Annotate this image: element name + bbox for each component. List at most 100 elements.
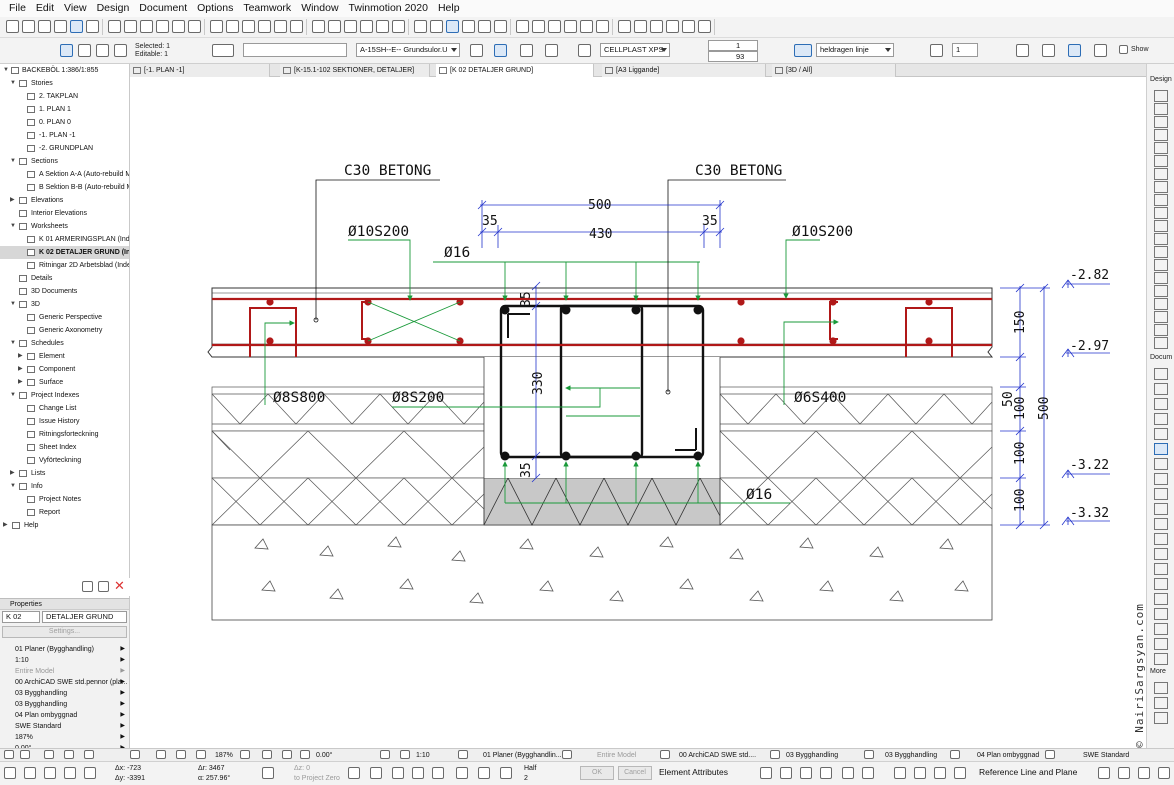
collapse-arrow-icon[interactable]: ▶ <box>18 363 23 376</box>
toolbar-icon[interactable] <box>348 767 360 779</box>
quick-option-icon[interactable] <box>84 750 94 759</box>
reference-line-toggle[interactable]: Reference Line and Plane <box>979 767 1077 778</box>
shell-tool-icon[interactable] <box>1154 207 1168 219</box>
navigator-item[interactable]: 2. TAKPLAN <box>0 90 129 103</box>
marquee-tool-icon[interactable] <box>1154 103 1168 115</box>
toolbar-icon[interactable] <box>64 767 76 779</box>
opening-tool-icon[interactable] <box>1154 324 1168 336</box>
tab-view[interactable]: [3D / All] <box>772 64 896 77</box>
library-icon[interactable] <box>698 20 711 33</box>
window-tool-icon[interactable] <box>1154 142 1168 154</box>
eye-icon[interactable] <box>930 44 943 57</box>
window-icon[interactable] <box>172 20 185 33</box>
navigator-item[interactable]: Report <box>0 506 129 519</box>
quick-option-icon[interactable] <box>130 750 140 759</box>
navigator-item[interactable]: ▶ Help <box>0 519 129 532</box>
toolbar-icon[interactable] <box>934 767 946 779</box>
redo-icon[interactable] <box>22 20 35 33</box>
wall-icon[interactable] <box>108 20 121 33</box>
toolbar-icon[interactable] <box>456 767 468 779</box>
pan-icon[interactable] <box>258 20 271 33</box>
geometry-method-icon[interactable] <box>212 44 234 57</box>
navigator-item[interactable]: B Sektion B-B (Auto-rebuild M <box>0 181 129 194</box>
expand-arrow-icon[interactable]: ▼ <box>10 389 16 402</box>
graphic-override[interactable]: 03 Bygghandling <box>885 750 937 761</box>
navigator-item[interactable]: Ritningsforteckning <box>0 428 129 441</box>
quick-option-icon[interactable] <box>240 750 250 759</box>
menu-window[interactable]: Window <box>296 0 343 17</box>
quick-option-icon[interactable] <box>20 750 30 759</box>
navigator-item[interactable]: ▶ Elevations <box>0 194 129 207</box>
grid-tool-icon[interactable] <box>1154 337 1168 349</box>
camera-icon[interactable] <box>516 20 529 33</box>
toolbar-icon[interactable] <box>84 767 96 779</box>
line-type-icon[interactable] <box>794 44 812 57</box>
navigator-item[interactable]: 3D Documents <box>0 285 129 298</box>
drawing-tool-icon[interactable] <box>1154 533 1168 545</box>
quick-option-icon[interactable] <box>562 750 572 759</box>
new-view-icon[interactable] <box>82 581 93 592</box>
toolbar-icon[interactable] <box>1138 767 1150 779</box>
toolbar-icon[interactable] <box>842 767 854 779</box>
door-tool-icon[interactable] <box>1154 129 1168 141</box>
fill-icon[interactable] <box>414 20 427 33</box>
toolbar-icon[interactable] <box>44 767 56 779</box>
settings-icon[interactable] <box>98 581 109 592</box>
menu-document[interactable]: Document <box>134 0 192 17</box>
navigator-item[interactable]: Vyförteckning <box>0 454 129 467</box>
toolbar-icon[interactable] <box>760 767 772 779</box>
beam-icon[interactable] <box>140 20 153 33</box>
menu-design[interactable]: Design <box>92 0 135 17</box>
drawing-canvas[interactable]: C30 BETONG C30 BETONG Ø10S200 Ø10S200 Ø1… <box>130 77 1146 748</box>
quick-option-icon[interactable] <box>458 750 468 759</box>
elevation-icon[interactable] <box>312 20 325 33</box>
expand-arrow-icon[interactable]: ▼ <box>10 155 16 168</box>
renovation-filter[interactable]: 04 Plan ombyggnad <box>977 750 1039 761</box>
menu-teamwork[interactable]: Teamwork <box>238 0 296 17</box>
skylight-tool-icon[interactable] <box>1154 311 1168 323</box>
toolbar-icon[interactable] <box>478 767 490 779</box>
navigator-item[interactable]: Sheet Index <box>0 441 129 454</box>
model-view[interactable]: Entire Model <box>597 750 636 761</box>
text-tool-icon[interactable] <box>1154 443 1168 455</box>
worksheet-marker-tool-icon[interactable] <box>1154 593 1168 605</box>
pick-icon[interactable] <box>38 20 51 33</box>
hatch-icon[interactable] <box>494 44 507 57</box>
teamwork-icon[interactable] <box>564 20 577 33</box>
navigator-item[interactable]: A Sektion A-A (Auto-rebuild M <box>0 168 129 181</box>
toolbar-icon[interactable] <box>780 767 792 779</box>
toolbar-icon[interactable] <box>432 767 444 779</box>
toolbar-icon[interactable] <box>262 767 274 779</box>
collapse-arrow-icon[interactable]: ▶ <box>3 519 8 532</box>
quick-option-icon[interactable] <box>864 750 874 759</box>
label-tool-icon[interactable] <box>1154 458 1168 470</box>
quick-option-icon[interactable] <box>262 750 272 759</box>
navigator-item[interactable]: 1. PLAN 1 <box>0 103 129 116</box>
navigator-item[interactable]: ▼ Project Indexes <box>0 389 129 402</box>
figure-icon[interactable] <box>494 20 507 33</box>
renovation-icon[interactable] <box>650 20 663 33</box>
quick-option-icon[interactable] <box>300 750 310 759</box>
navigator-item[interactable]: 0. PLAN 0 <box>0 116 129 129</box>
hotspot-tool-icon[interactable] <box>1154 653 1168 665</box>
railing-tool-icon[interactable] <box>1154 181 1168 193</box>
layer-combination[interactable]: 01 Planer (Bygghandlin... <box>483 750 562 761</box>
quick-option-icon[interactable] <box>950 750 960 759</box>
tab-view[interactable]: [K-15.1-102 SEKTIONER, DETALJER] <box>280 64 430 77</box>
quick-option-icon[interactable] <box>400 750 410 759</box>
menu-file[interactable]: File <box>4 0 31 17</box>
toolbar-icon[interactable] <box>1158 767 1170 779</box>
toolbar-icon[interactable] <box>392 767 404 779</box>
elevation-marker-tool-icon[interactable] <box>1154 563 1168 575</box>
trace-icon[interactable] <box>666 20 679 33</box>
navigator-item[interactable]: Details <box>0 272 129 285</box>
rotation-value[interactable]: 0.00° <box>316 750 332 761</box>
section-icon[interactable] <box>290 20 303 33</box>
beam-tool-icon[interactable] <box>1154 246 1168 258</box>
line-icon[interactable] <box>430 20 443 33</box>
pattern-icon[interactable] <box>1016 44 1029 57</box>
object-tool-icon[interactable] <box>1154 155 1168 167</box>
delete-icon[interactable]: ✕ <box>114 578 125 594</box>
layer-combo[interactable]: A-15SH--E-- Grundsulor.U <box>356 43 460 57</box>
navigator-item[interactable]: Issue History <box>0 415 129 428</box>
